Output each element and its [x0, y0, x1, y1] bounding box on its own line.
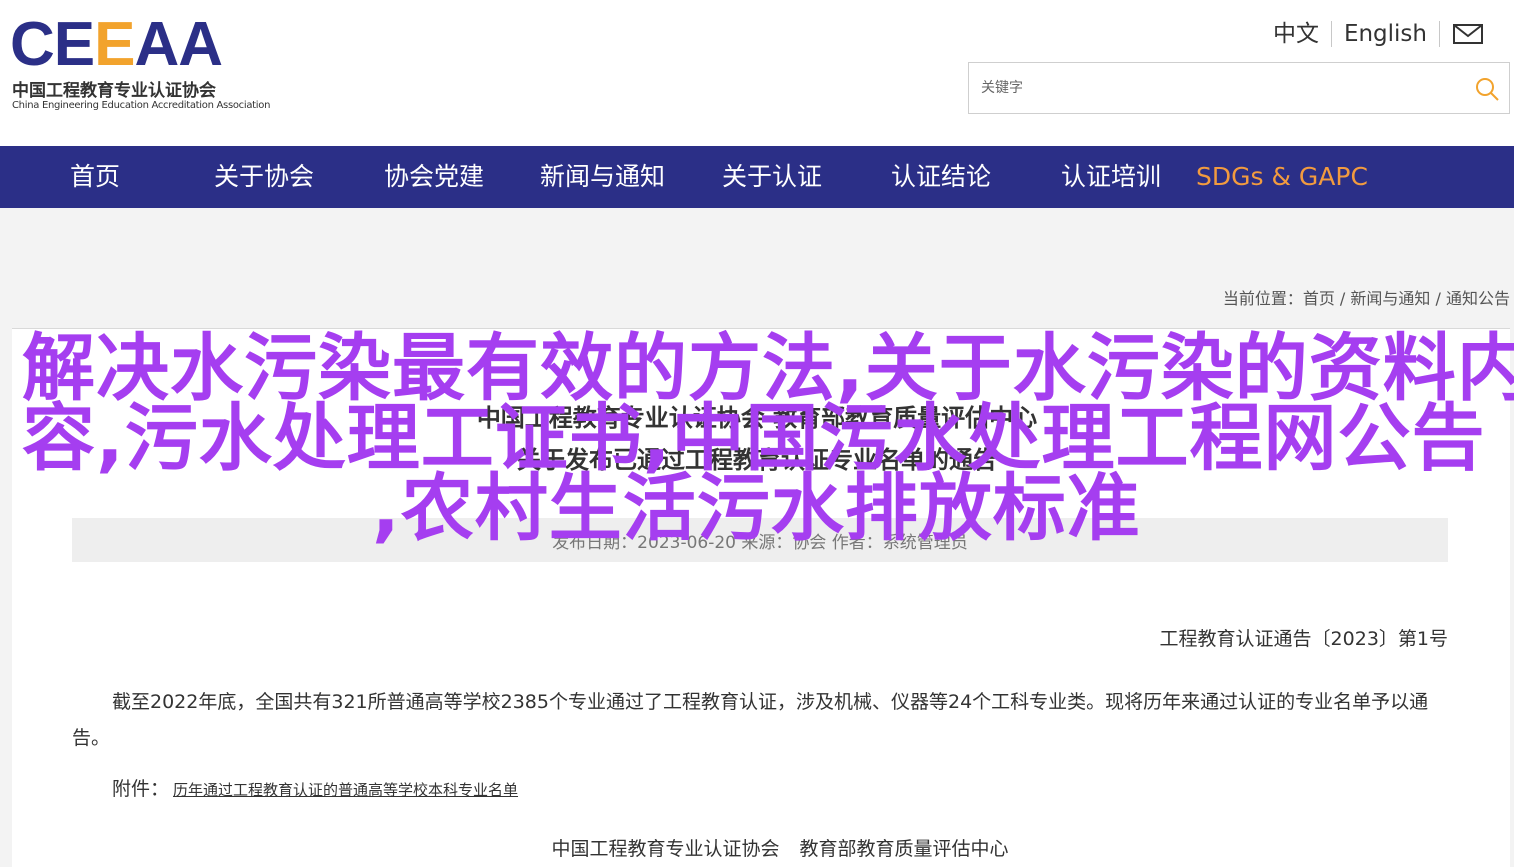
attachment-link[interactable]: 历年通过工程教育认证的普通高等学校本科专业名单 [173, 781, 518, 799]
lang-divider [1439, 21, 1440, 47]
nav-item-about[interactable]: 关于协会 [214, 146, 314, 208]
nav-item-accreditation[interactable]: 关于认证 [722, 146, 822, 208]
article-paragraph: 截至2022年底，全国共有321所普通高等学校2385个专业通过了工程教育认证，… [72, 691, 1429, 749]
logo-mark: CEEAA [10, 10, 223, 79]
breadcrumb-sep: / [1430, 289, 1446, 308]
signature-org-1: 中国工程教育专业认证协会 [551, 838, 780, 860]
lang-zh-link[interactable]: 中文 [1261, 20, 1331, 48]
nav-item-news[interactable]: 新闻与通知 [540, 146, 665, 208]
lang-en-link[interactable]: English [1332, 20, 1439, 48]
breadcrumb-news[interactable]: 新闻与通知 [1350, 289, 1430, 308]
site-logo[interactable]: CEEAA 中国工程教育专业认证协会 China Engineering Edu… [10, 14, 270, 114]
logo-en-text: China Engineering Education Accreditatio… [12, 100, 271, 111]
nav-item-sdgs[interactable]: SDGs & GAPC [1196, 146, 1368, 208]
overlay-line-2: 容,污水处理工证书,中国污水处理工程网公告 [22, 396, 1486, 481]
breadcrumb-sep: / [1334, 289, 1351, 308]
search-icon[interactable] [1473, 75, 1501, 103]
language-switcher: 中文 English [1261, 20, 1484, 48]
overlay-line-1: 解决水污染最有效的方法,关于水污染的资料内 [22, 326, 1514, 411]
article-signature: 中国工程教育专业认证协会 教育部教育质量评估中心 [0, 834, 1514, 861]
attachment-row: 附件： 历年通过工程教育认证的普通高等学校本科专业名单 [112, 774, 518, 801]
header: CEEAA 中国工程教育专业认证协会 China Engineering Edu… [0, 0, 1514, 146]
breadcrumb-label: 当前位置： [1222, 289, 1303, 308]
notice-number: 工程教育认证通告〔2023〕第1号 [1159, 628, 1448, 650]
signature-org-2: 教育部教育质量评估中心 [799, 838, 1009, 860]
breadcrumb-home[interactable]: 首页 [1303, 289, 1335, 308]
attachment-label: 附件： [112, 778, 170, 800]
mail-icon[interactable] [1452, 22, 1484, 46]
nav-item-training[interactable]: 认证培训 [1061, 146, 1161, 208]
overlay-headline: 解决水污染最有效的方法,关于水污染的资料内 容,污水处理工证书,中国污水处理工程… [22, 326, 1514, 551]
nav-item-conclusions[interactable]: 认证结论 [891, 146, 991, 208]
logo-cn-text: 中国工程教育专业认证协会 [12, 81, 216, 101]
breadcrumb-notices[interactable]: 通知公告 [1446, 289, 1510, 308]
nav-item-home[interactable]: 首页 [70, 146, 120, 208]
page: CEEAA 中国工程教育专业认证协会 China Engineering Edu… [0, 0, 1514, 867]
overlay-line-3: ,农村生活污水排放标准 [372, 466, 1141, 551]
breadcrumb: 当前位置：首页 / 新闻与通知 / 通知公告 [1223, 285, 1510, 309]
main-nav: 首页 关于协会 协会党建 新闻与通知 关于认证 认证结论 认证培训 SDGs &… [0, 146, 1514, 208]
search-box [968, 62, 1510, 114]
nav-item-party[interactable]: 协会党建 [384, 146, 484, 208]
search-input[interactable] [969, 63, 1449, 113]
